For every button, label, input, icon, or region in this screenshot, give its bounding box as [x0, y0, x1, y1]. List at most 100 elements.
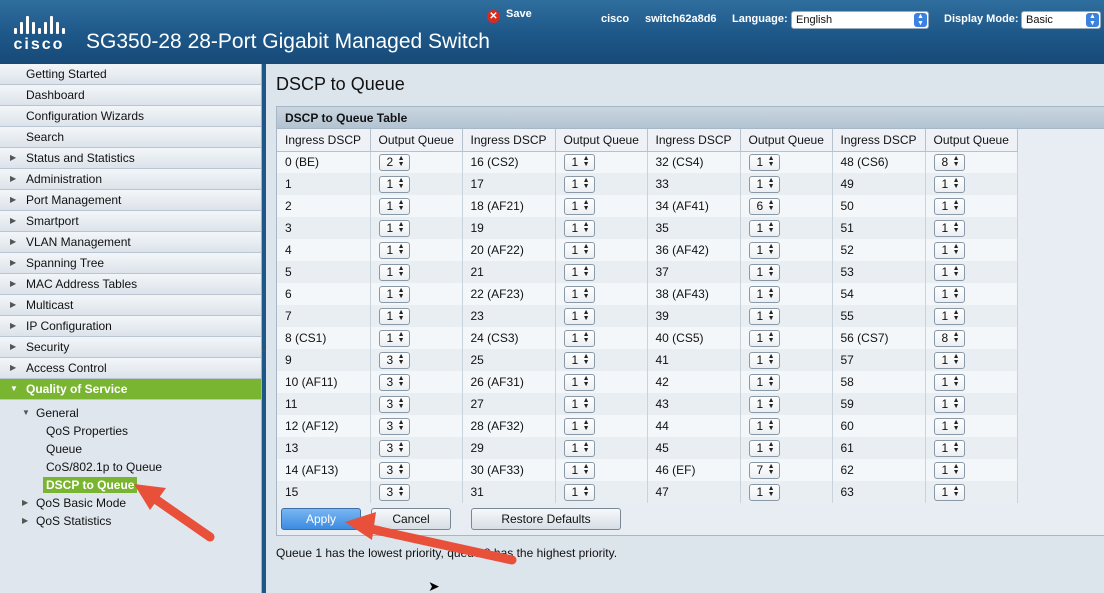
- output-queue-select[interactable]: 1 ▲ ▼: [563, 417, 595, 435]
- output-queue-select[interactable]: 3 ▲ ▼: [378, 351, 410, 369]
- sidebar-item-spanning-tree[interactable]: ▶ Spanning Tree: [0, 253, 261, 274]
- output-queue-select[interactable]: 6 ▲ ▼: [748, 197, 780, 215]
- output-queue-select[interactable]: 1 ▲ ▼: [748, 219, 780, 237]
- output-queue-select[interactable]: 1 ▲ ▼: [378, 241, 410, 259]
- output-queue-select[interactable]: 1 ▲ ▼: [563, 483, 595, 501]
- output-queue-select[interactable]: 1 ▲ ▼: [563, 219, 595, 237]
- sidebar-item-smartport[interactable]: ▶ Smartport: [0, 211, 261, 232]
- output-queue-select[interactable]: 1 ▲ ▼: [748, 439, 780, 457]
- output-queue-select[interactable]: 1 ▲ ▼: [933, 483, 965, 501]
- sidebar-item-access-control[interactable]: ▶ Access Control: [0, 358, 261, 379]
- output-queue-select[interactable]: 1 ▲ ▼: [563, 197, 595, 215]
- output-queue-select[interactable]: 1 ▲ ▼: [563, 241, 595, 259]
- output-queue-select[interactable]: 3 ▲ ▼: [378, 395, 410, 413]
- sidebar-item-security[interactable]: ▶ Security: [0, 337, 261, 358]
- sidebar-item-quality-of-service[interactable]: ▼ Quality of Service: [0, 379, 261, 400]
- output-queue-select[interactable]: 1 ▲ ▼: [933, 241, 965, 259]
- output-queue-select[interactable]: 1 ▲ ▼: [563, 395, 595, 413]
- stepper-arrows-icon: ▲ ▼: [582, 286, 590, 300]
- tree-general[interactable]: ▼ General: [0, 404, 261, 422]
- output-queue-select[interactable]: 1 ▲ ▼: [933, 175, 965, 193]
- output-queue-select[interactable]: 3 ▲ ▼: [378, 373, 410, 391]
- select-arrows-icon: ▲ ▼: [1086, 13, 1099, 27]
- output-queue-select[interactable]: 1 ▲ ▼: [378, 329, 410, 347]
- output-queue-select[interactable]: 1 ▲ ▼: [933, 263, 965, 281]
- tree-qos-basic-mode[interactable]: ▶ QoS Basic Mode: [0, 494, 261, 512]
- ingress-dscp-cell: 34 (AF41): [647, 195, 741, 217]
- sidebar-item-configuration-wizards[interactable]: Configuration Wizards: [0, 106, 261, 127]
- sidebar-item-port-management[interactable]: ▶ Port Management: [0, 190, 261, 211]
- output-queue-select[interactable]: 1 ▲ ▼: [933, 439, 965, 457]
- output-queue-select[interactable]: 1 ▲ ▼: [563, 439, 595, 457]
- output-queue-select[interactable]: 3 ▲ ▼: [378, 483, 410, 501]
- sidebar-item-administration[interactable]: ▶ Administration: [0, 169, 261, 190]
- output-queue-select[interactable]: 1 ▲ ▼: [378, 307, 410, 325]
- sidebar-item-status-and-statistics[interactable]: ▶ Status and Statistics: [0, 148, 261, 169]
- output-queue-select[interactable]: 1 ▲ ▼: [748, 307, 780, 325]
- output-queue-select[interactable]: 1 ▲ ▼: [748, 241, 780, 259]
- output-queue-cell: 1 ▲ ▼: [925, 415, 1018, 437]
- output-queue-select[interactable]: 1 ▲ ▼: [933, 395, 965, 413]
- output-queue-select[interactable]: 1 ▲ ▼: [378, 219, 410, 237]
- output-queue-select[interactable]: 1 ▲ ▼: [378, 263, 410, 281]
- language-select[interactable]: English ▲ ▼: [791, 11, 929, 29]
- tree-cos-to-queue[interactable]: CoS/802.1p to Queue: [0, 458, 261, 476]
- output-queue-select[interactable]: 8 ▲ ▼: [933, 153, 965, 171]
- output-queue-select[interactable]: 1 ▲ ▼: [563, 461, 595, 479]
- output-queue-select[interactable]: 1 ▲ ▼: [748, 395, 780, 413]
- output-queue-select[interactable]: 7 ▲ ▼: [748, 461, 780, 479]
- sidebar-item-mac-address-tables[interactable]: ▶ MAC Address Tables: [0, 274, 261, 295]
- output-queue-select[interactable]: 1 ▲ ▼: [563, 153, 595, 171]
- output-queue-select[interactable]: 1 ▲ ▼: [563, 373, 595, 391]
- tree-qos-statistics[interactable]: ▶ QoS Statistics: [0, 512, 261, 530]
- sidebar-item-getting-started[interactable]: Getting Started: [0, 64, 261, 85]
- display-mode-select[interactable]: Basic ▲ ▼: [1021, 11, 1101, 29]
- cancel-button[interactable]: Cancel: [371, 508, 451, 530]
- output-queue-select[interactable]: 1 ▲ ▼: [748, 351, 780, 369]
- output-queue-select[interactable]: 1 ▲ ▼: [748, 153, 780, 171]
- sidebar-item-label: Dashboard: [26, 88, 85, 102]
- sidebar-item-vlan-management[interactable]: ▶ VLAN Management: [0, 232, 261, 253]
- tree-queue[interactable]: Queue: [0, 440, 261, 458]
- output-queue-select[interactable]: 1 ▲ ▼: [748, 175, 780, 193]
- output-queue-select[interactable]: 1 ▲ ▼: [933, 197, 965, 215]
- output-queue-select[interactable]: 1 ▲ ▼: [748, 329, 780, 347]
- output-queue-select[interactable]: 1 ▲ ▼: [748, 263, 780, 281]
- output-queue-select[interactable]: 1 ▲ ▼: [933, 219, 965, 237]
- output-queue-select[interactable]: 1 ▲ ▼: [378, 175, 410, 193]
- output-queue-select[interactable]: 1 ▲ ▼: [933, 307, 965, 325]
- sidebar-item-ip-configuration[interactable]: ▶ IP Configuration: [0, 316, 261, 337]
- output-queue-select[interactable]: 3 ▲ ▼: [378, 461, 410, 479]
- output-queue-select[interactable]: 3 ▲ ▼: [378, 439, 410, 457]
- output-queue-select[interactable]: 1 ▲ ▼: [563, 285, 595, 303]
- output-queue-select[interactable]: 1 ▲ ▼: [563, 351, 595, 369]
- sidebar-item-multicast[interactable]: ▶ Multicast: [0, 295, 261, 316]
- ingress-dscp-cell: 51: [832, 217, 926, 239]
- apply-button[interactable]: Apply: [281, 508, 361, 530]
- sidebar-item-search[interactable]: Search: [0, 127, 261, 148]
- output-queue-select[interactable]: 1 ▲ ▼: [748, 285, 780, 303]
- output-queue-select[interactable]: 1 ▲ ▼: [748, 373, 780, 391]
- output-queue-select[interactable]: 1 ▲ ▼: [563, 263, 595, 281]
- restore-defaults-button[interactable]: Restore Defaults: [471, 508, 621, 530]
- save-link[interactable]: ✕ Save: [487, 8, 532, 23]
- output-queue-select[interactable]: 2 ▲ ▼: [378, 153, 410, 171]
- output-queue-select[interactable]: 1 ▲ ▼: [933, 373, 965, 391]
- output-queue-select[interactable]: 8 ▲ ▼: [933, 329, 965, 347]
- output-queue-select[interactable]: 1 ▲ ▼: [563, 175, 595, 193]
- output-queue-select[interactable]: 3 ▲ ▼: [378, 417, 410, 435]
- output-queue-select[interactable]: 1 ▲ ▼: [563, 307, 595, 325]
- output-queue-select[interactable]: 1 ▲ ▼: [563, 329, 595, 347]
- output-queue-select[interactable]: 1 ▲ ▼: [933, 285, 965, 303]
- output-queue-select[interactable]: 1 ▲ ▼: [933, 417, 965, 435]
- output-queue-select[interactable]: 1 ▲ ▼: [378, 285, 410, 303]
- output-queue-select[interactable]: 1 ▲ ▼: [748, 417, 780, 435]
- output-queue-select[interactable]: 1 ▲ ▼: [933, 461, 965, 479]
- sidebar-item-dashboard[interactable]: Dashboard: [0, 85, 261, 106]
- tree-qos-properties[interactable]: QoS Properties: [0, 422, 261, 440]
- output-queue-cell: 1 ▲ ▼: [555, 261, 648, 283]
- tree-dscp-to-queue[interactable]: DSCP to Queue: [0, 476, 261, 494]
- output-queue-select[interactable]: 1 ▲ ▼: [378, 197, 410, 215]
- output-queue-select[interactable]: 1 ▲ ▼: [933, 351, 965, 369]
- output-queue-select[interactable]: 1 ▲ ▼: [748, 483, 780, 501]
